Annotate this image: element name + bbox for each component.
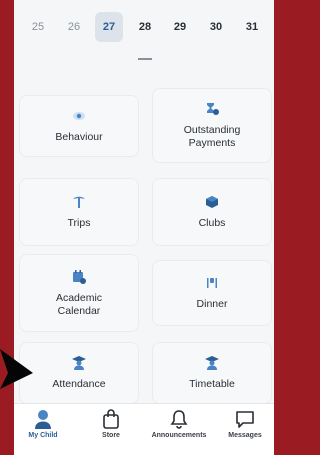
clubs-card[interactable]: Clubs	[152, 178, 272, 246]
academic-calendar-card[interactable]: Academic Calendar	[19, 254, 139, 332]
card-label: Trips	[67, 217, 91, 229]
message-icon	[235, 408, 255, 430]
date-25[interactable]: 25	[24, 12, 52, 42]
date-27-selected[interactable]: 27	[95, 12, 123, 42]
card-label: Outstanding Payments	[183, 124, 241, 149]
date-30[interactable]: 30	[202, 12, 230, 42]
app-screen: 25 26 27 28 29 30 31 Behaviour Outstandi…	[14, 0, 274, 455]
card-label: Dinner	[196, 298, 228, 310]
card-label: Behaviour	[55, 131, 103, 143]
student-icon	[205, 355, 219, 371]
arrow-pointer-overlay	[0, 349, 33, 389]
palm-tree-icon	[72, 194, 86, 210]
nav-label: Store	[102, 432, 120, 439]
eye-icon	[72, 108, 86, 124]
cube-icon	[205, 194, 219, 210]
behaviour-card[interactable]: Behaviour	[19, 95, 139, 157]
bottom-nav: My Child Store Announcements Messages	[14, 403, 274, 455]
nav-label: My Child	[28, 432, 58, 439]
trips-card[interactable]: Trips	[19, 178, 139, 246]
nav-messages[interactable]: Messages	[210, 408, 274, 439]
nav-store[interactable]: Store	[76, 408, 146, 439]
date-31[interactable]: 31	[238, 12, 266, 42]
student-icon	[72, 355, 86, 371]
timetable-card[interactable]: Timetable	[152, 342, 272, 404]
dinner-card[interactable]: Dinner	[152, 260, 272, 326]
card-label: Academic Calendar	[55, 291, 103, 317]
attendance-card[interactable]: Attendance	[19, 342, 139, 404]
scroll-indicator	[138, 58, 152, 60]
bell-icon	[170, 408, 188, 430]
user-icon	[34, 408, 52, 430]
card-label: Timetable	[189, 378, 235, 390]
nav-announcements[interactable]: Announcements	[144, 408, 214, 439]
shopping-bag-icon	[102, 408, 120, 430]
nav-label: Messages	[228, 432, 262, 439]
date-28[interactable]: 28	[131, 12, 159, 42]
outstanding-payments-card[interactable]: Outstanding Payments	[152, 88, 272, 163]
calendar-icon	[72, 269, 86, 285]
date-strip: 25 26 27 28 29 30 31	[14, 0, 274, 70]
cutlery-icon	[205, 275, 219, 291]
date-29[interactable]: 29	[166, 12, 194, 42]
nav-label: Announcements	[151, 432, 207, 439]
date-26[interactable]: 26	[60, 12, 88, 42]
hourglass-icon	[205, 101, 219, 117]
card-label: Attendance	[52, 378, 106, 390]
card-label: Clubs	[198, 217, 226, 229]
nav-my-child[interactable]: My Child	[14, 408, 78, 439]
